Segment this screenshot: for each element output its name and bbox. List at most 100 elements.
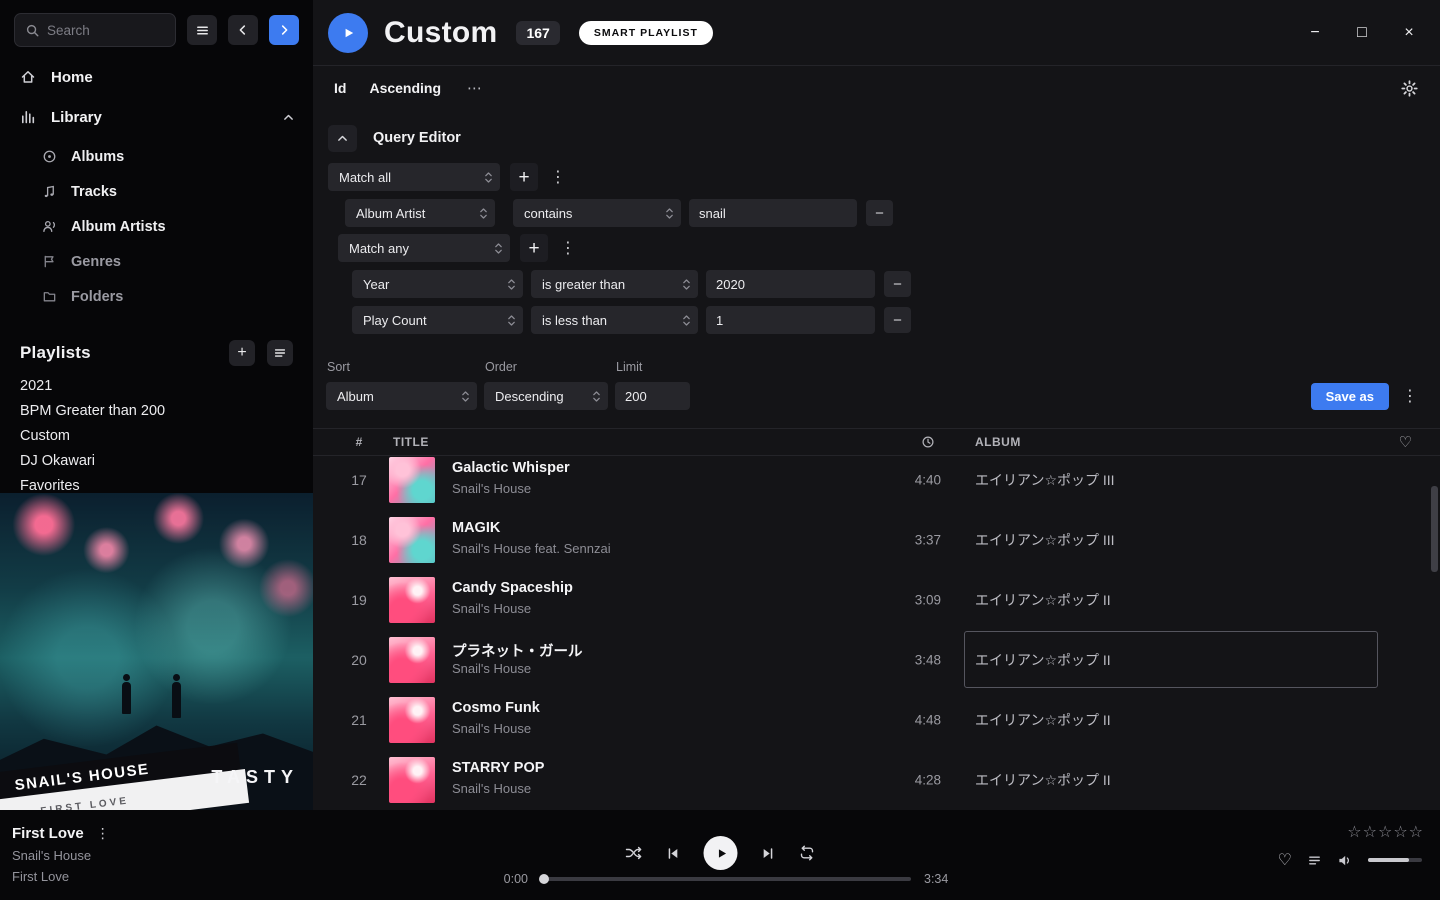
- match-mode-dropdown[interactable]: Match all: [328, 163, 500, 191]
- shuffle-button[interactable]: [625, 845, 643, 861]
- track-row[interactable]: 21 Cosmo Funk Snail's House 4:48 エイリアン☆ポ…: [313, 690, 1440, 750]
- playlist-list-button[interactable]: [267, 340, 293, 366]
- save-as-button[interactable]: Save as: [1311, 383, 1389, 410]
- volume-button[interactable]: [1337, 853, 1353, 868]
- rule-field-dropdown[interactable]: Album Artist: [345, 199, 495, 227]
- playlist-item[interactable]: Custom: [0, 424, 313, 449]
- previous-track-button[interactable]: [666, 846, 681, 861]
- sidebar-item-library[interactable]: Library: [0, 97, 313, 137]
- star-icon[interactable]: ☆: [1378, 822, 1392, 842]
- track-menu-icon[interactable]: ⋮: [95, 825, 111, 842]
- play-pause-button[interactable]: [704, 836, 738, 870]
- track-row[interactable]: 22 STARRY POP Snail's House 4:28 エイリアン☆ポ…: [313, 750, 1440, 810]
- group-menu-icon[interactable]: ⋮: [560, 238, 576, 258]
- genres-label: Genres: [71, 254, 121, 270]
- sidebar-item-folders[interactable]: Folders: [0, 279, 313, 314]
- star-icon[interactable]: ☆: [1409, 822, 1423, 842]
- playlist-item[interactable]: DJ Okawari: [0, 449, 313, 474]
- rule-operator-dropdown[interactable]: is greater than: [531, 270, 698, 298]
- sort-direction-button[interactable]: Ascending: [369, 80, 441, 96]
- sidebar-item-home[interactable]: Home: [0, 57, 313, 97]
- match-mode-value: Match all: [339, 170, 391, 185]
- scrollbar-thumb[interactable]: [1431, 486, 1438, 572]
- volume-slider[interactable]: [1368, 858, 1422, 862]
- play-playlist-button[interactable]: [328, 13, 368, 53]
- remove-rule-button[interactable]: −: [866, 200, 893, 226]
- add-rule-button[interactable]: +: [520, 234, 548, 262]
- playlist-item[interactable]: 2021: [0, 374, 313, 399]
- minimize-button[interactable]: −: [1306, 24, 1324, 42]
- star-icon[interactable]: ☆: [1347, 822, 1361, 842]
- sort-dropdown[interactable]: Album: [326, 382, 477, 410]
- sort-field-button[interactable]: Id: [334, 80, 346, 96]
- track-row[interactable]: 17 Galactic Whisper Snail's House 4:40 エ…: [313, 456, 1440, 510]
- close-button[interactable]: ×: [1400, 24, 1418, 42]
- rule-value-input[interactable]: [706, 306, 875, 334]
- menu-button[interactable]: [187, 15, 217, 45]
- track-row[interactable]: 19 Candy Spaceship Snail's House 3:09 エイ…: [313, 570, 1440, 630]
- collapse-library-icon[interactable]: [282, 111, 295, 124]
- star-icon[interactable]: ☆: [1363, 822, 1377, 842]
- album-art-thumbnail: [389, 517, 435, 563]
- search-box[interactable]: [14, 13, 176, 47]
- rule-field-dropdown[interactable]: Year: [352, 270, 523, 298]
- main-content: Custom 167 SMART PLAYLIST − □ × Id Ascen…: [313, 0, 1440, 810]
- group-menu-icon[interactable]: ⋮: [550, 167, 566, 187]
- remove-rule-button[interactable]: −: [884, 271, 911, 297]
- remove-rule-button[interactable]: −: [884, 307, 911, 333]
- column-title[interactable]: TITLE: [393, 435, 429, 449]
- order-dropdown[interactable]: Descending: [484, 382, 608, 410]
- queue-button[interactable]: [1307, 853, 1322, 868]
- track-artist: Snail's House feat. Sennzai: [452, 541, 611, 556]
- nav-forward-button[interactable]: [269, 15, 299, 45]
- repeat-button[interactable]: [799, 845, 816, 861]
- now-playing-artwork[interactable]: SNAIL'S HOUSE FIRST LOVE TASTY: [0, 493, 313, 810]
- favorite-heart-button[interactable]: ♡: [1278, 850, 1292, 870]
- rule-field-dropdown[interactable]: Play Count: [352, 306, 523, 334]
- seek-handle[interactable]: [539, 874, 549, 884]
- query-rule: Album Artist contains −: [345, 199, 1440, 227]
- rule-value-input[interactable]: [706, 270, 875, 298]
- nav-back-button[interactable]: [228, 15, 258, 45]
- collapse-query-editor-button[interactable]: [328, 125, 357, 152]
- chevron-left-icon: [236, 23, 250, 37]
- maximize-button[interactable]: □: [1353, 24, 1371, 42]
- search-icon: [25, 23, 40, 38]
- volume-fill: [1368, 858, 1409, 862]
- column-album[interactable]: ALBUM: [975, 435, 1021, 449]
- track-title: MAGIK: [452, 520, 500, 536]
- track-row[interactable]: 18 MAGIK Snail's House feat. Sennzai 3:3…: [313, 510, 1440, 570]
- more-options-icon[interactable]: ⋯: [467, 79, 482, 97]
- track-table-body: 17 Galactic Whisper Snail's House 4:40 エ…: [313, 456, 1440, 810]
- limit-input[interactable]: [615, 382, 690, 410]
- sidebar-item-tracks[interactable]: Tracks: [0, 174, 313, 209]
- rule-operator-dropdown[interactable]: contains: [513, 199, 681, 227]
- album-art-thumbnail: [389, 637, 435, 683]
- search-input[interactable]: [47, 23, 157, 38]
- next-track-button[interactable]: [761, 846, 776, 861]
- match-mode-dropdown[interactable]: Match any: [338, 234, 510, 262]
- query-group-2-header: Match any + ⋮: [338, 234, 1440, 262]
- settings-gear-icon[interactable]: [1401, 80, 1418, 97]
- track-duration: 4:40: [833, 473, 941, 488]
- rule-value-input[interactable]: [689, 199, 857, 227]
- add-rule-button[interactable]: +: [510, 163, 538, 191]
- sidebar-item-genres[interactable]: Genres: [0, 244, 313, 279]
- playlists-list: 2021 BPM Greater than 200 Custom DJ Okaw…: [0, 374, 313, 499]
- now-playing-album: First Love: [12, 869, 111, 884]
- save-menu-icon[interactable]: ⋮: [1402, 386, 1418, 406]
- album-art-thumbnail: [389, 757, 435, 803]
- sidebar-item-album-artists[interactable]: Album Artists: [0, 209, 313, 244]
- star-icon[interactable]: ☆: [1393, 822, 1407, 842]
- rule-operator-value: is less than: [542, 313, 607, 328]
- playlist-item[interactable]: BPM Greater than 200: [0, 399, 313, 424]
- column-index[interactable]: #: [343, 435, 375, 449]
- add-playlist-button[interactable]: +: [229, 340, 255, 366]
- seek-bar[interactable]: [541, 877, 911, 881]
- favorite-column-heart-icon[interactable]: ♡: [1399, 433, 1412, 451]
- sidebar-item-albums[interactable]: Albums: [0, 139, 313, 174]
- dropdown-arrows-icon: [682, 277, 691, 292]
- duration-column-clock-icon[interactable]: [921, 435, 935, 449]
- rule-operator-dropdown[interactable]: is less than: [531, 306, 698, 334]
- track-row[interactable]: 20 プラネット・ガール Snail's House 3:48 エイリアン☆ポッ…: [313, 630, 1440, 690]
